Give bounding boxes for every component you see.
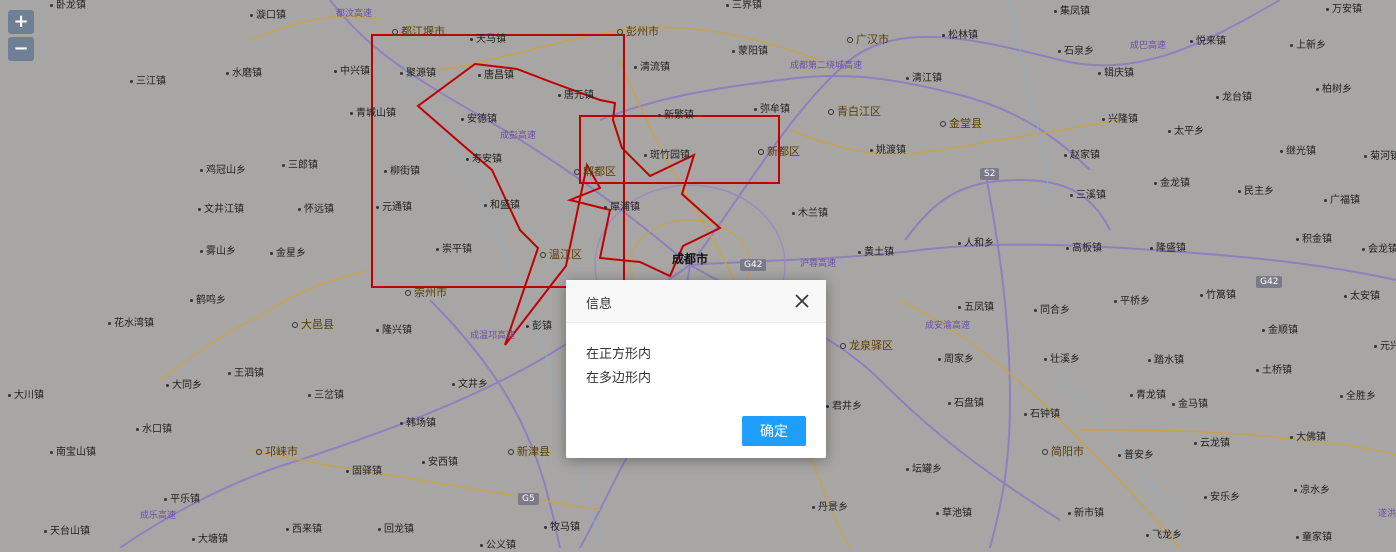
close-icon[interactable] — [794, 293, 810, 309]
ok-button[interactable]: 确定 — [742, 416, 806, 446]
modal-overlay — [0, 0, 1396, 548]
dialog-title: 信息 — [586, 297, 613, 312]
dialog-header: 信息 — [566, 280, 826, 323]
dialog-line-polygon: 在多边形内 — [586, 371, 652, 386]
dialog-body: 在正方形内 在多边形内 — [566, 323, 826, 391]
info-dialog: 信息 在正方形内 在多边形内 确定 — [566, 280, 826, 458]
dialog-line-square: 在正方形内 — [586, 347, 652, 362]
